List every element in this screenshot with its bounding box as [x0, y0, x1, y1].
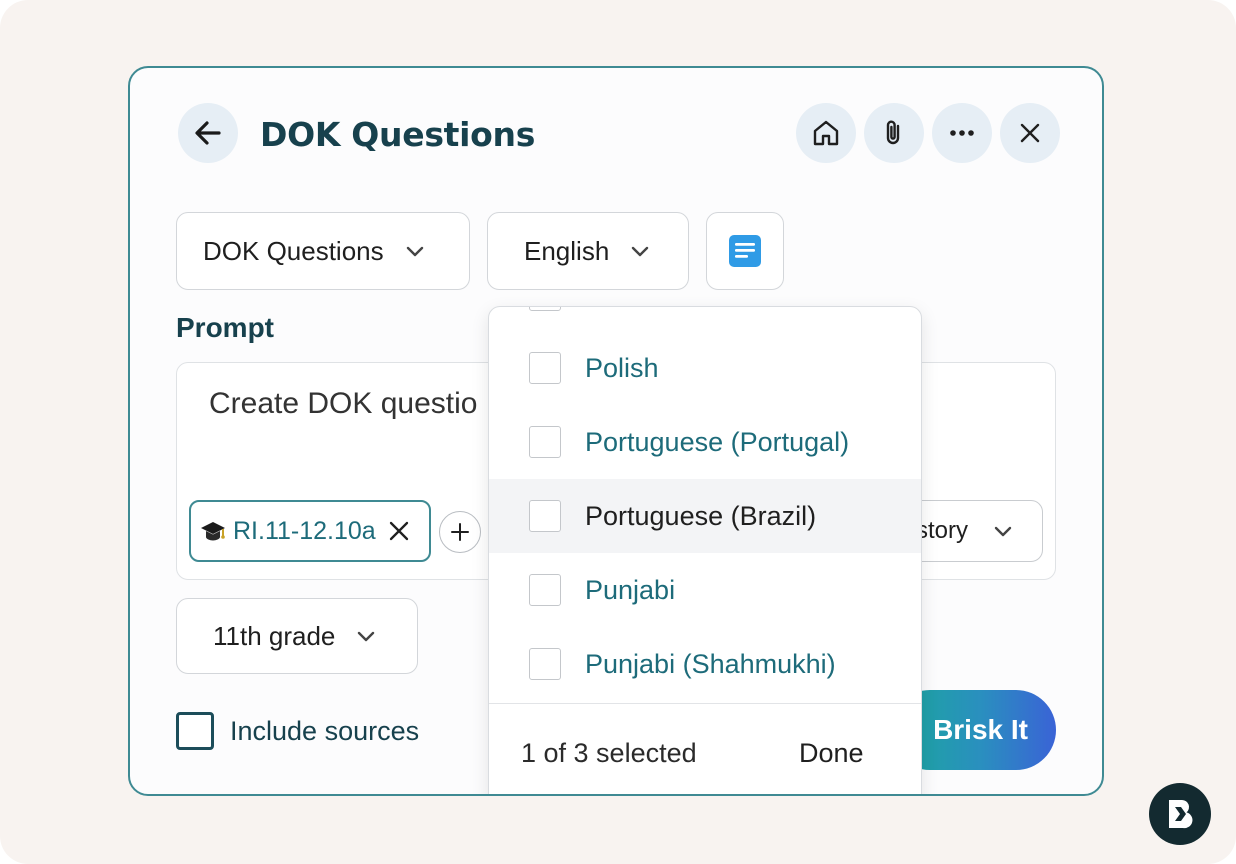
chevron-down-icon: [404, 240, 426, 262]
option-checkbox[interactable]: [529, 648, 561, 680]
grade-select-label: 11th grade: [213, 620, 336, 651]
selection-status: 1 of 3 selected: [521, 738, 697, 768]
subject-select[interactable]: story: [907, 500, 1043, 562]
option-label: Punjabi (Shahmukhi): [585, 648, 836, 679]
document-button[interactable]: [706, 212, 784, 290]
tool-select-label: DOK Questions: [203, 235, 384, 266]
standard-tag[interactable]: RI.11-12.10a: [189, 500, 431, 562]
language-dropdown: Polish Portuguese (Portugal) Portuguese …: [488, 306, 922, 794]
document-icon: [729, 235, 761, 267]
standard-tag-label: RI.11-12.10a: [233, 516, 376, 545]
option-label: Portuguese (Portugal): [585, 426, 850, 457]
grade-select[interactable]: 11th grade: [176, 598, 418, 674]
option-label: Punjabi: [585, 574, 676, 605]
chevron-down-icon: [629, 240, 651, 262]
prompt-text[interactable]: Create DOK questio: [209, 387, 477, 421]
language-select[interactable]: English: [487, 212, 689, 290]
include-sources-checkbox[interactable]: [176, 712, 214, 750]
include-sources-label: Include sources: [230, 715, 420, 746]
more-button[interactable]: [932, 103, 992, 163]
arrow-left-icon: [195, 121, 221, 145]
done-button[interactable]: Done: [799, 738, 864, 769]
attach-button[interactable]: [864, 103, 924, 163]
add-standard-button[interactable]: [439, 511, 481, 553]
tool-select[interactable]: DOK Questions: [176, 212, 470, 290]
subject-select-label: story: [916, 517, 969, 544]
page-title: DOK Questions: [260, 115, 536, 154]
option-checkbox[interactable]: [529, 352, 561, 384]
option-checkbox[interactable]: [529, 500, 561, 532]
close-icon: [1020, 123, 1040, 143]
remove-tag-icon[interactable]: [388, 520, 410, 542]
language-option[interactable]: Polish: [489, 331, 921, 405]
include-sources[interactable]: Include sources: [176, 712, 419, 750]
brisk-logo-icon[interactable]: [1149, 783, 1211, 845]
paperclip-icon: [886, 120, 900, 145]
home-icon: [813, 120, 839, 146]
chevron-down-icon: [992, 520, 1014, 542]
back-button[interactable]: [178, 103, 238, 163]
language-select-label: English: [524, 235, 610, 266]
dok-questions-panel: DOK Questions DOK Questions English Prom…: [128, 66, 1104, 796]
chevron-down-icon: [355, 625, 377, 647]
option-checkbox[interactable]: [529, 426, 561, 458]
graduation-cap-icon: [199, 517, 227, 545]
option-checkbox[interactable]: [529, 574, 561, 606]
option-label: Portuguese (Brazil): [585, 500, 817, 531]
option-label: Polish: [585, 352, 659, 383]
brisk-it-label: Brisk It: [933, 714, 1028, 745]
plus-icon: [451, 523, 469, 541]
option-checkbox-partial[interactable]: [529, 307, 561, 311]
dropdown-footer: 1 of 3 selected Done: [489, 703, 921, 794]
language-option[interactable]: Portuguese (Portugal): [489, 405, 921, 479]
prompt-label: Prompt: [176, 312, 274, 343]
home-button[interactable]: [796, 103, 856, 163]
language-option[interactable]: Portuguese (Brazil): [489, 479, 921, 553]
more-horizontal-icon: [950, 130, 974, 136]
language-option[interactable]: Punjabi (Shahmukhi): [489, 627, 921, 701]
close-button[interactable]: [1000, 103, 1060, 163]
language-option[interactable]: Punjabi: [489, 553, 921, 627]
